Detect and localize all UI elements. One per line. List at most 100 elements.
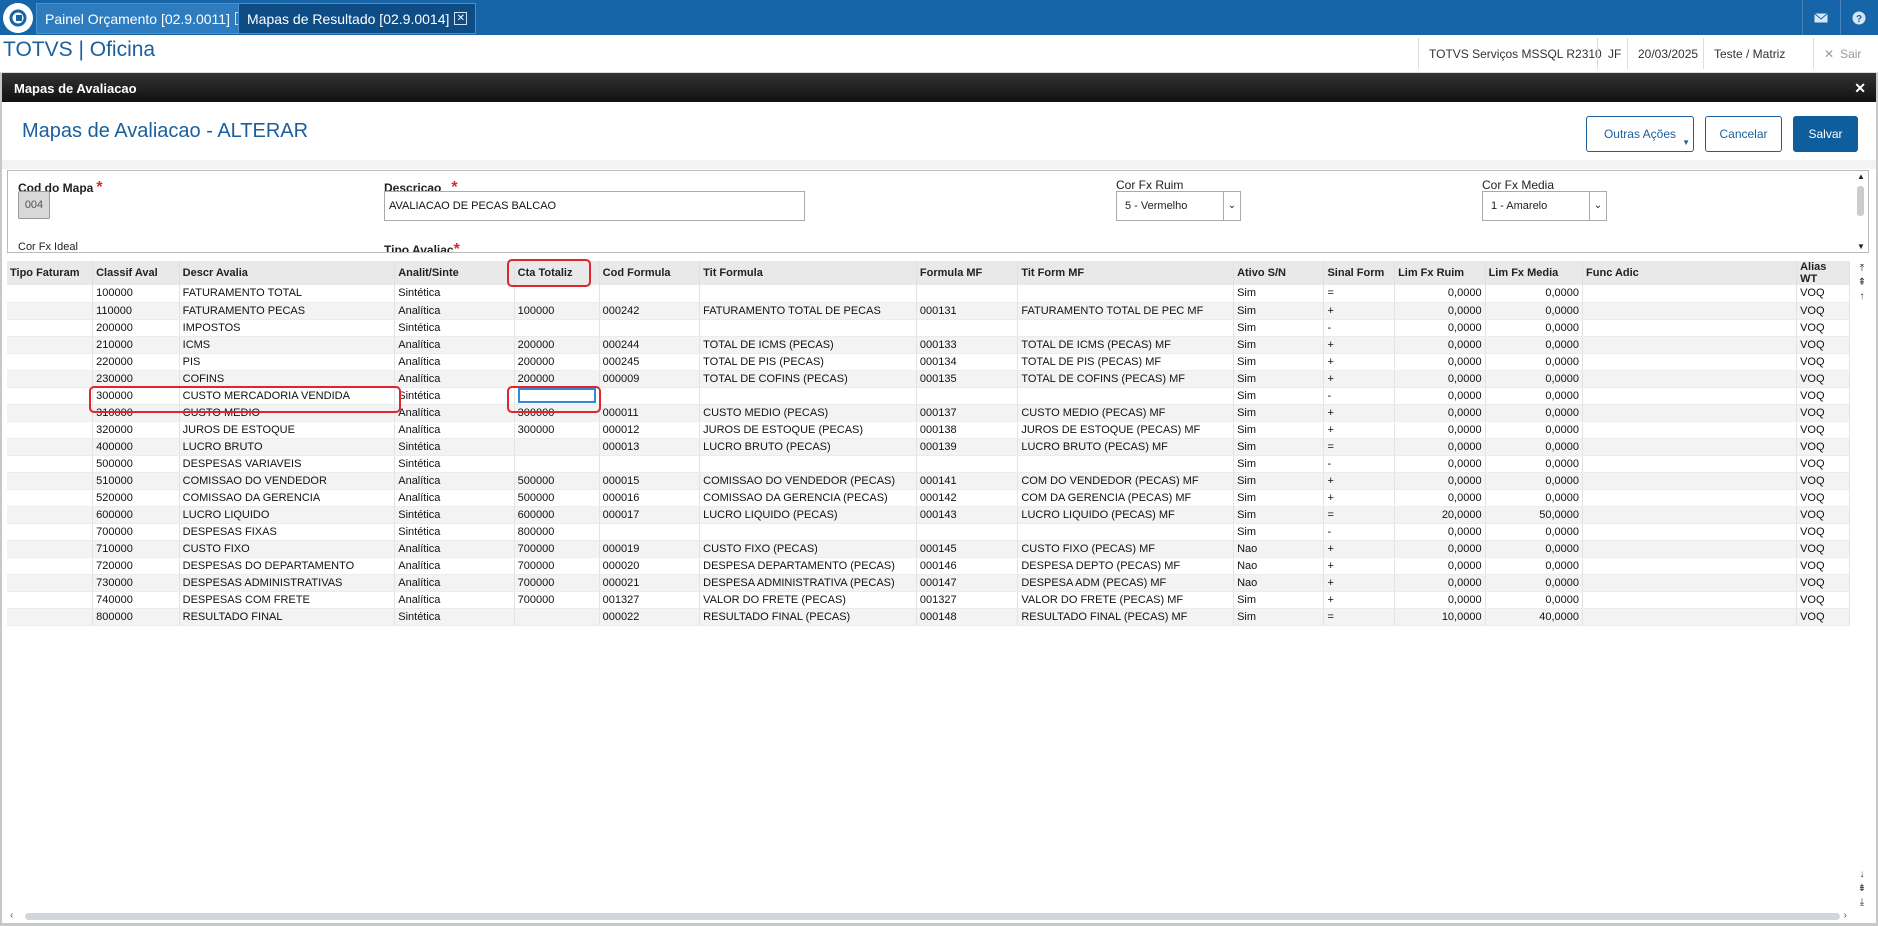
table-cell[interactable]: VOQ [1796,540,1850,558]
table-cell[interactable] [916,455,1019,473]
table-row[interactable]: 800000 RESULTADO FINAL Sintética 000022 RESU… [7,608,1850,626]
table-cell[interactable] [1582,574,1798,592]
column-header[interactable]: Classif Aval [92,261,180,285]
table-cell[interactable]: 0,0000 [1394,455,1486,473]
table-cell[interactable]: 000142 [916,489,1019,507]
table-cell[interactable] [7,523,94,541]
table-cell[interactable]: JUROS DE ESTOQUE (PECAS) MF [1017,421,1235,439]
table-cell[interactable]: 0,0000 [1485,302,1584,320]
logout-button[interactable]: ✕ Sair [1813,38,1878,69]
table-cell[interactable]: FATURAMENTO TOTAL DE PEC MF [1017,302,1235,320]
table-cell[interactable] [514,455,600,473]
table-cell[interactable]: CUSTO FIXO (PECAS) MF [1017,540,1235,558]
table-cell[interactable]: Sim [1233,285,1325,303]
table-cell[interactable]: DESPESAS FIXAS [179,523,396,541]
table-cell[interactable] [7,421,94,439]
table-cell[interactable]: VOQ [1796,336,1850,354]
table-cell[interactable] [7,336,94,354]
table-cell[interactable] [916,523,1019,541]
table-cell[interactable]: Sim [1233,404,1325,422]
table-cell[interactable]: RESULTADO FINAL [179,608,396,626]
table-cell[interactable]: 10,0000 [1394,608,1486,626]
table-cell[interactable]: 0,0000 [1394,540,1486,558]
scroll-down-icon[interactable]: ↓ [1856,869,1868,881]
table-cell[interactable]: 220000 [92,353,180,371]
column-header[interactable]: Tit Formula [699,261,917,285]
table-cell[interactable]: VOQ [1796,591,1850,609]
table-cell[interactable]: Sim [1233,489,1325,507]
table-cell[interactable]: 200000 [92,319,180,337]
grid-vertical-scrollbar[interactable]: ⤒ ⇞ ↑ ↓ ⇟ ⤓ [1853,261,1870,911]
table-cell[interactable] [7,455,94,473]
table-cell[interactable]: Sintética [394,608,515,626]
table-cell[interactable] [1582,506,1798,524]
table-cell[interactable] [599,319,701,337]
table-cell[interactable]: VOQ [1796,455,1850,473]
close-icon[interactable]: ✕ [1854,80,1866,97]
table-cell[interactable]: VOQ [1796,285,1850,303]
table-cell[interactable]: DESPESAS COM FRETE [179,591,396,609]
table-cell[interactable] [7,608,94,626]
table-cell[interactable]: 0,0000 [1485,370,1584,388]
table-cell[interactable]: 20,0000 [1394,506,1486,524]
table-cell[interactable]: 0,0000 [1485,404,1584,422]
table-cell[interactable]: Analítica [394,540,515,558]
table-cell[interactable]: Sintética [394,438,515,456]
table-cell[interactable]: Analítica [394,557,515,575]
table-cell[interactable]: VOQ [1796,421,1850,439]
table-cell[interactable]: + [1323,489,1396,507]
table-cell[interactable]: Analítica [394,404,515,422]
table-cell[interactable]: Analítica [394,591,515,609]
table-cell[interactable]: + [1323,574,1396,592]
table-cell[interactable] [699,387,917,405]
scroll-thumb[interactable] [25,913,1840,920]
table-cell[interactable]: LUCRO LIQUIDO (PECAS) MF [1017,506,1235,524]
table-cell[interactable]: 700000 [514,574,600,592]
column-header[interactable]: Lim Fx Media [1485,261,1584,285]
table-cell[interactable]: DESPESA DEPTO (PECAS) MF [1017,557,1235,575]
table-cell[interactable]: 0,0000 [1394,574,1486,592]
table-cell[interactable]: Analítica [394,302,515,320]
table-cell[interactable]: Sim [1233,370,1325,388]
scroll-up-icon[interactable]: ↑ [1856,291,1868,303]
table-cell[interactable]: 000012 [599,421,701,439]
table-cell[interactable] [699,285,917,303]
table-cell[interactable]: VOQ [1796,438,1850,456]
table-cell[interactable] [699,319,917,337]
table-cell[interactable] [599,455,701,473]
table-cell[interactable]: VOQ [1796,387,1850,405]
table-cell[interactable]: COFINS [179,370,396,388]
table-cell[interactable]: VOQ [1796,489,1850,507]
table-cell[interactable]: 510000 [92,472,180,490]
mail-icon[interactable] [1802,0,1838,35]
table-cell[interactable]: VOQ [1796,302,1850,320]
table-cell[interactable] [1017,387,1235,405]
table-row[interactable]: 220000 PIS Analítica 200000 000245 TOTAL DE P… [7,353,1850,371]
table-cell[interactable]: 720000 [92,557,180,575]
table-cell[interactable] [1582,472,1798,490]
table-cell[interactable] [599,285,701,303]
table-cell[interactable]: 100000 [514,302,600,320]
table-cell[interactable]: VOQ [1796,574,1850,592]
table-cell[interactable]: Sim [1233,421,1325,439]
table-cell[interactable]: + [1323,472,1396,490]
table-cell[interactable]: = [1323,285,1396,303]
table-cell[interactable]: PIS [179,353,396,371]
table-cell[interactable]: Sintética [394,523,515,541]
table-row[interactable]: 740000 DESPESAS COM FRETE Analítica 700000 0… [7,591,1850,609]
column-header[interactable]: Tit Form MF [1017,261,1235,285]
table-cell[interactable]: - [1323,523,1396,541]
table-cell[interactable]: 000143 [916,506,1019,524]
table-cell[interactable]: VALOR DO FRETE (PECAS) [699,591,917,609]
table-cell[interactable]: 000021 [599,574,701,592]
table-row[interactable]: 110000 FATURAMENTO PECAS Analítica 100000 00… [7,302,1850,320]
table-cell[interactable]: 001327 [916,591,1019,609]
form-scrollbar[interactable]: ▲ ▼ [1855,172,1867,251]
table-cell[interactable]: 600000 [514,506,600,524]
table-cell[interactable]: 230000 [92,370,180,388]
table-cell[interactable]: Analítica [394,353,515,371]
table-cell[interactable]: Sim [1233,455,1325,473]
table-cell[interactable]: 0,0000 [1485,557,1584,575]
table-cell[interactable] [1582,523,1798,541]
table-cell[interactable]: 200000 [514,370,600,388]
